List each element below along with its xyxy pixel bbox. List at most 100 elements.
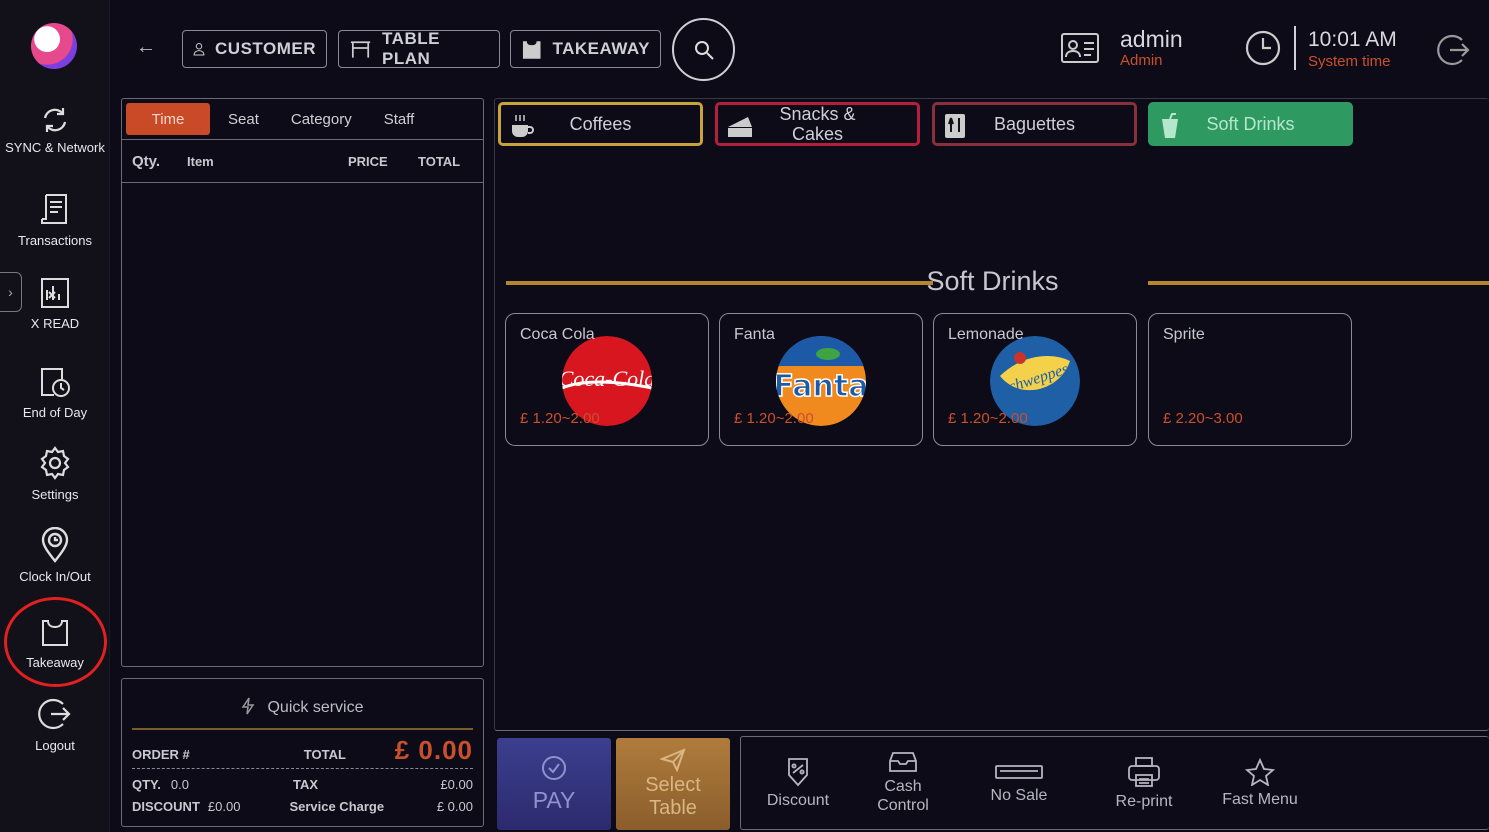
sidebar-item-label: Clock In/Out <box>19 569 91 584</box>
col-item: Item <box>187 153 214 169</box>
tab-time[interactable]: Time <box>126 103 210 135</box>
category-baguettes[interactable]: Baguettes <box>932 102 1137 146</box>
product-price: £ 2.20~3.00 <box>1163 410 1243 427</box>
category-coffees[interactable]: Coffees <box>498 102 703 146</box>
sidebar-item-label: Settings <box>31 487 79 502</box>
fast-menu-button[interactable]: Fast Menu <box>1201 737 1319 829</box>
tab-category[interactable]: Category <box>277 103 366 135</box>
cake-icon <box>728 117 752 137</box>
no-sale-button[interactable]: No Sale <box>951 737 1087 829</box>
coffee-cup-icon <box>512 115 534 137</box>
sidebar-item-label: X READ <box>30 316 80 331</box>
back-arrow-icon[interactable]: ← <box>136 36 156 59</box>
product-card-sprite[interactable]: Sprite £ 2.20~3.00 <box>1148 313 1352 446</box>
sidebar: SYNC & Network Transactions › X READ End… <box>0 0 110 832</box>
quick-service-divider <box>132 728 473 730</box>
product-card-fanta[interactable]: Fanta Fanta £ 1.20~2.00 <box>719 313 923 446</box>
sidebar-item-label: Logout <box>35 738 75 753</box>
table-plan-button[interactable]: TABLE PLAN <box>338 29 500 68</box>
app-logo <box>31 23 77 69</box>
sidebar-item-label: End of Day <box>22 405 88 420</box>
sidebar-item-takeaway[interactable]: Takeaway <box>0 615 110 670</box>
logout-icon <box>1437 34 1470 66</box>
order-sort-tabs: Time Seat Category Staff <box>122 99 483 139</box>
discount-label: DISCOUNT <box>132 799 200 814</box>
star-icon <box>1245 757 1275 786</box>
svg-text:Coca-Cola: Coca-Cola <box>562 366 652 391</box>
product-name: Fanta <box>734 326 775 343</box>
sidebar-item-sync[interactable]: SYNC & Network <box>0 106 110 155</box>
logout-button[interactable] <box>1436 32 1472 73</box>
x-report-icon <box>41 278 69 308</box>
total-label: TOTAL <box>303 747 346 762</box>
sync-icon <box>43 108 67 132</box>
summary-row-qty-tax: QTY. 0.0 TAX £0.00 <box>132 777 473 792</box>
takeaway-button[interactable]: TAKEAWAY <box>510 30 661 68</box>
printer-icon <box>1128 756 1160 787</box>
sidebar-item-transactions[interactable]: Transactions <box>0 191 110 248</box>
tab-staff[interactable]: Staff <box>370 103 429 135</box>
takeaway-label: TAKEAWAY <box>552 39 650 58</box>
baguette-icon <box>945 114 965 138</box>
reprint-button[interactable]: Re-print <box>1087 737 1201 829</box>
no-sale-icon <box>995 764 1043 779</box>
sidebar-item-settings[interactable]: Settings <box>0 445 110 502</box>
order-summary: Quick service ORDER # TOTAL £ 0.00 QTY. … <box>121 678 484 827</box>
menu-area: Coffees Snacks & Cakes Baguettes Soft Dr… <box>494 98 1489 731</box>
category-label: Coffees <box>569 113 632 134</box>
order-panel: Time Seat Category Staff Qty. Item PRICE… <box>121 98 484 667</box>
quick-service-button[interactable]: Quick service <box>122 697 483 717</box>
category-snacks-cakes[interactable]: Snacks & Cakes <box>715 102 920 146</box>
tax-value: £0.00 <box>440 777 473 792</box>
svg-text:Fanta: Fanta <box>776 369 866 404</box>
clock-info: 10:01 AM System time <box>1244 26 1397 70</box>
sidebar-item-logout[interactable]: Logout <box>0 696 110 753</box>
cash-drawer-icon <box>889 752 917 772</box>
logout-icon <box>38 698 71 730</box>
pay-button[interactable]: PAY <box>497 738 611 830</box>
sidebar-item-x-read[interactable]: X READ <box>0 276 110 331</box>
fast-menu-label: Fast Menu <box>1222 790 1298 808</box>
summary-row-discount-service: DISCOUNT £0.00 Service Charge £ 0.00 <box>132 799 473 814</box>
pay-label: PAY <box>532 786 576 813</box>
sidebar-item-end-of-day[interactable]: End of Day <box>0 365 110 420</box>
customer-button[interactable]: CUSTOMER <box>182 30 327 68</box>
product-name: Lemonade <box>948 326 1024 343</box>
actions-bar: Discount Cash Control No Sale Re-print F… <box>740 736 1489 830</box>
sidebar-item-label: SYNC & Network <box>5 140 105 155</box>
col-qty: Qty. <box>132 152 161 170</box>
product-name: Coca Cola <box>520 326 595 343</box>
select-table-button[interactable]: Select Table <box>616 738 730 830</box>
current-time: 10:01 AM <box>1308 27 1397 51</box>
product-price: £ 1.20~2.00 <box>948 410 1028 427</box>
cash-control-button[interactable]: Cash Control <box>855 737 951 829</box>
search-button[interactable] <box>672 18 735 81</box>
clock-divider <box>1294 26 1296 70</box>
service-charge-value: £ 0.00 <box>436 799 473 814</box>
gear-icon <box>40 446 70 480</box>
soft-drink-icon <box>1162 113 1178 138</box>
pos-app: SYNC & Network Transactions › X READ End… <box>0 0 1489 832</box>
customer-label: CUSTOMER <box>215 39 316 58</box>
send-icon <box>660 748 686 772</box>
lightning-icon <box>242 697 255 715</box>
qty-label: QTY. <box>132 777 161 792</box>
tab-seat[interactable]: Seat <box>214 103 273 135</box>
end-of-day-icon <box>41 368 70 397</box>
reprint-label: Re-print <box>1115 792 1173 810</box>
order-table-header: Qty. Item PRICE TOTAL <box>122 139 483 183</box>
discount-button[interactable]: Discount <box>741 737 855 829</box>
time-label: System time <box>1308 52 1391 70</box>
product-card-coca-cola[interactable]: Coca-Cola Coca Cola £ 1.20~2.00 <box>505 313 709 446</box>
summary-row-order-total: ORDER # TOTAL £ 0.00 <box>132 735 473 766</box>
clock-icon <box>1245 30 1281 66</box>
sidebar-item-clock-in-out[interactable]: Clock In/Out <box>0 527 110 584</box>
order-item-list[interactable] <box>122 183 483 661</box>
category-label: Baguettes <box>993 113 1076 134</box>
category-soft-drinks[interactable]: Soft Drinks <box>1148 102 1353 146</box>
product-card-lemonade[interactable]: Schweppes Lemonade £ 1.20~2.00 <box>933 313 1137 446</box>
product-price: £ 1.20~2.00 <box>734 410 814 427</box>
sidebar-item-label: Transactions <box>18 233 92 248</box>
section-divider-right <box>1148 281 1489 285</box>
product-name: Sprite <box>1163 326 1205 343</box>
